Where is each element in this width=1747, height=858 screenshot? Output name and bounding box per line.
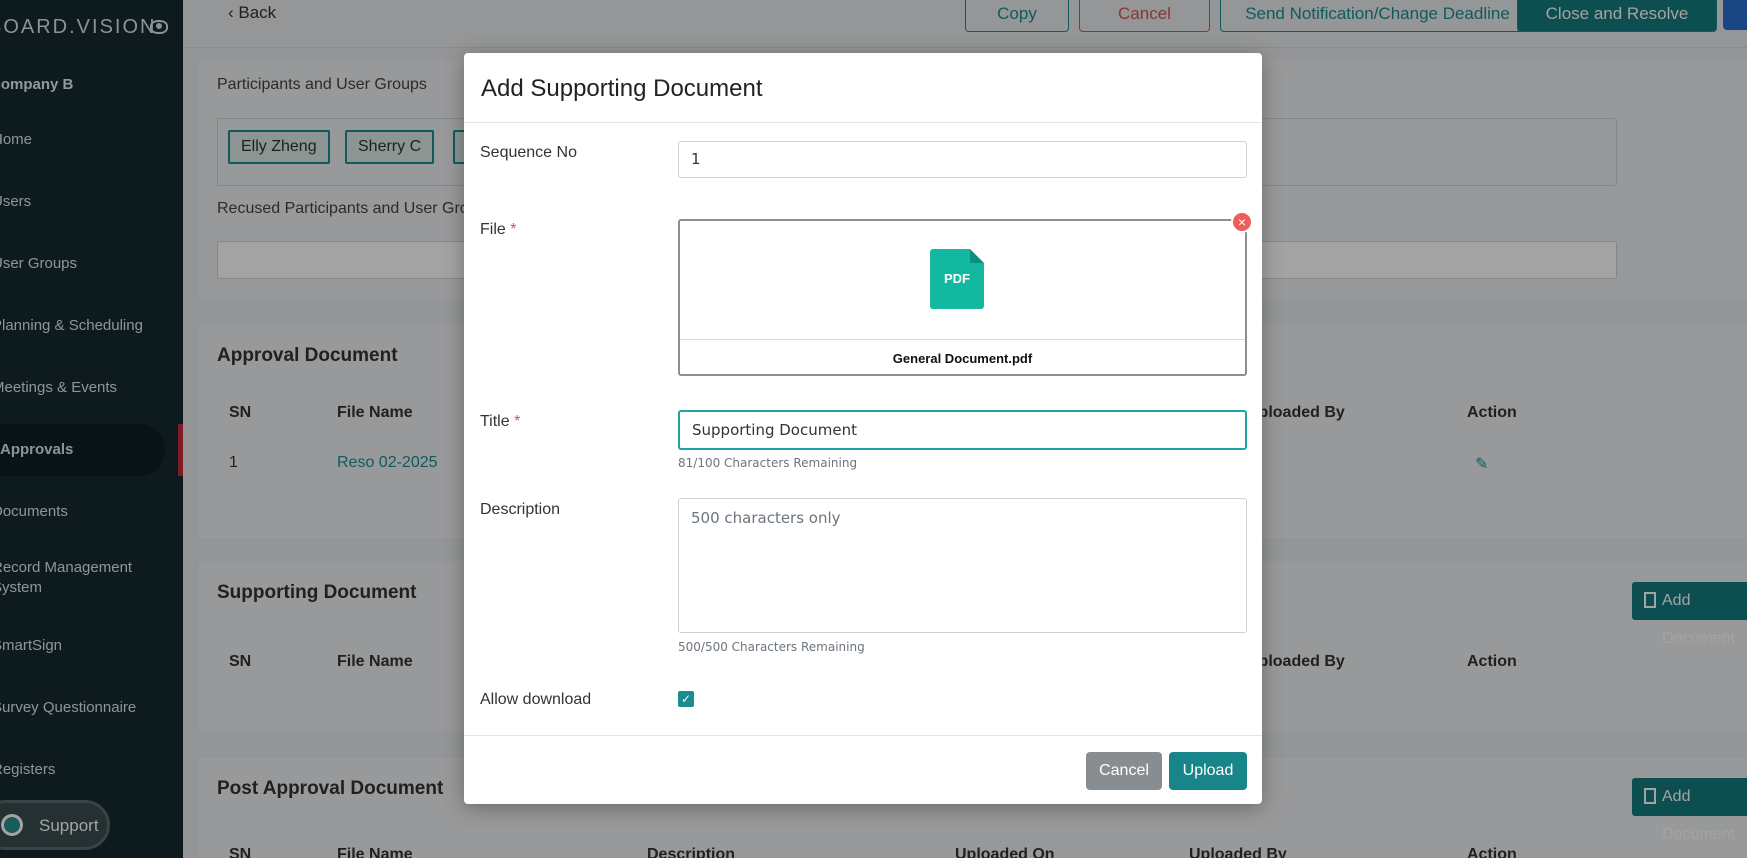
modal-footer-divider <box>464 735 1262 736</box>
required-indicator: * <box>514 413 521 430</box>
file-preview[interactable]: PDF General Document.pdf <box>678 219 1247 376</box>
remove-file-icon[interactable]: × <box>1231 211 1253 233</box>
title-char-count: 81/100 Characters Remaining <box>678 456 858 470</box>
file-name: General Document.pdf <box>892 351 1033 366</box>
modal-title: Add Supporting Document <box>481 75 763 102</box>
cancel-button[interactable]: Cancel <box>1086 752 1162 790</box>
title-label-text: Title <box>480 413 510 430</box>
title-label: Title * <box>480 413 520 431</box>
allow-download-label: Allow download <box>480 691 592 708</box>
add-supporting-document-modal: Add Supporting Document Sequence No 1 Fi… <box>464 53 1262 804</box>
allow-download-checkbox[interactable]: ✓ <box>678 691 694 707</box>
description-textarea[interactable]: 500 characters only <box>678 498 1247 633</box>
sequence-input[interactable]: 1 <box>678 141 1247 178</box>
pdf-icon: PDF <box>930 249 984 309</box>
description-label: Description <box>480 501 561 518</box>
title-input[interactable]: Supporting Document <box>678 410 1247 450</box>
description-char-count: 500/500 Characters Remaining <box>678 640 865 654</box>
file-label-text: File <box>480 221 506 238</box>
sequence-label: Sequence No <box>480 144 577 161</box>
file-label: File * <box>480 221 516 239</box>
upload-button[interactable]: Upload <box>1169 752 1247 790</box>
required-indicator: * <box>510 221 517 238</box>
file-type-label: PDF <box>944 271 970 286</box>
file-divider <box>680 339 1245 340</box>
modal-header: Add Supporting Document <box>464 53 1262 123</box>
